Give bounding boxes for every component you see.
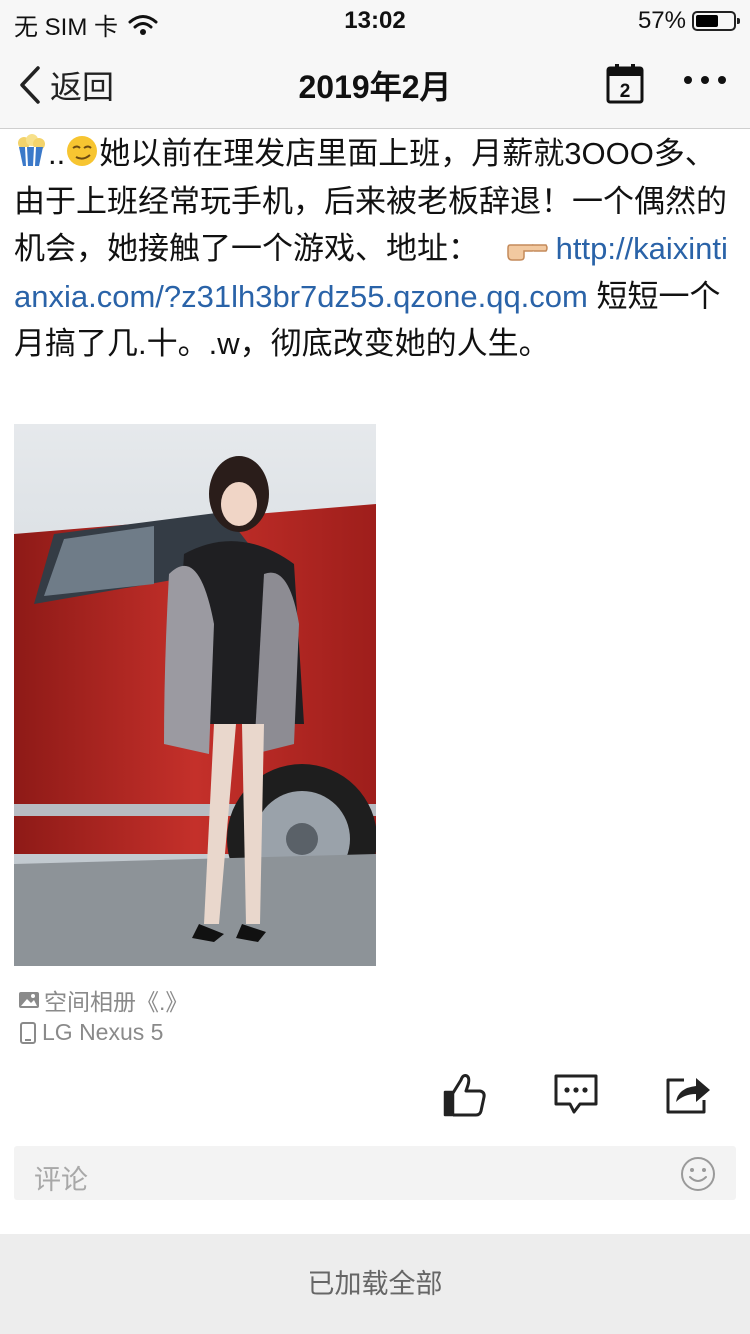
nav-bar: 返回 2019年2月 2 xyxy=(0,40,750,129)
comment-placeholder: 评论 xyxy=(34,1165,88,1195)
album-meta[interactable]: 空间相册《.》 xyxy=(18,983,188,1017)
battery-percent: 57% xyxy=(637,7,686,34)
smile-icon[interactable] xyxy=(680,1156,716,1192)
popcorn-emoji-icon xyxy=(18,134,45,167)
calendar-day: 2 xyxy=(620,81,631,102)
smirk-emoji-icon xyxy=(67,136,98,166)
battery-icon xyxy=(692,11,740,31)
comment-bubble-icon[interactable] xyxy=(552,1072,600,1116)
load-all-footer: 已加载全部 xyxy=(0,1234,750,1334)
device-meta: LG Nexus 5 xyxy=(18,1019,163,1046)
phone-icon xyxy=(20,1021,36,1044)
share-icon[interactable] xyxy=(664,1072,712,1116)
device-label: LG Nexus 5 xyxy=(42,1019,164,1045)
pointing-hand-icon xyxy=(506,244,548,261)
emoji-dots: .. xyxy=(48,136,66,171)
more-button[interactable] xyxy=(684,76,726,84)
image-icon xyxy=(19,992,39,1008)
comment-input[interactable]: 评论 xyxy=(14,1146,736,1200)
post-photo[interactable] xyxy=(14,424,376,966)
calendar-icon[interactable]: 2 xyxy=(606,64,644,104)
album-label: 空间相册《.》 xyxy=(44,989,189,1015)
post-body: .. 她以前在理发店里面上班，月薪就3OOO多、由于上班经常玩手机，后来被老板辞… xyxy=(14,130,736,368)
thumbs-up-icon[interactable] xyxy=(442,1072,488,1118)
status-bar: 无 SIM 卡 13:02 57% xyxy=(0,0,750,41)
status-right: 57% xyxy=(637,7,740,35)
more-dots-icon xyxy=(684,76,692,84)
